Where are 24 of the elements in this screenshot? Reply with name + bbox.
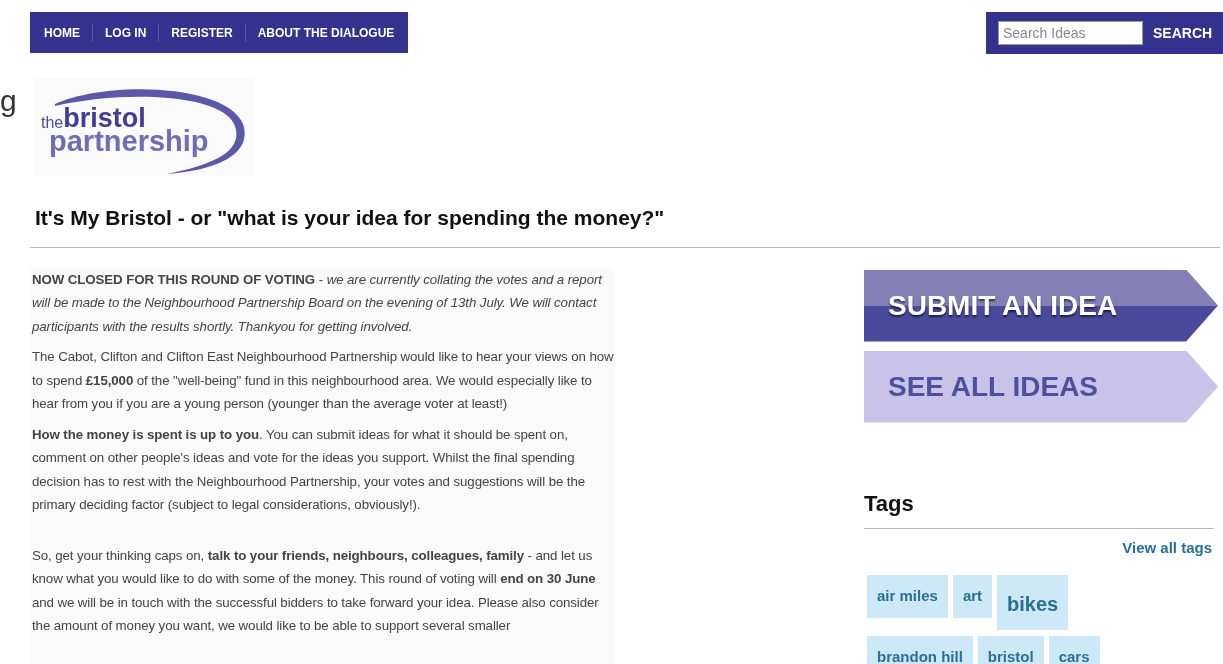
action-button[interactable]: SEE ALL IDEAS [864,350,1218,423]
logo-text: the [41,116,64,130]
nav-link[interactable]: ABOUT THE DIALOGUE [257,23,395,42]
tag[interactable]: bristol [977,636,1044,664]
edge-text: g [0,83,17,119]
nav-link[interactable]: LOG IN [105,23,147,42]
action-button[interactable]: SUBMIT AN IDEA [864,269,1218,342]
nav-link[interactable]: REGISTER [171,23,233,42]
paragraph: NOW CLOSED FOR THIS ROUND OF VOTING - we are currently collating the votes and a report will be made to the Neighbourhood Partnership Board on the evening of 13th July. We will contact participants with the results shortly. Thankyou for getting involved. [32,270,604,336]
tags-heading: Tags [864,489,915,518]
tag[interactable]: cars [1048,636,1100,664]
tag[interactable]: air miles [867,575,948,618]
tag[interactable]: art [952,575,993,618]
paragraph: The Cabot, Clifton and Clifton East Neighbourhood Partnership would like to hear your views on how to spend £15,000 of the "well-being" fund in this neighbourhood area. We would especially like to hear from you if you are a young person (younger than the average voter at least!) [32,348,614,413]
tag[interactable]: bikes [997,575,1069,630]
page-heading: It's My Bristol - or "what is your idea for spending the money?" [35,205,666,231]
paragraph: So, get your thinking caps on, talk to your friends, neighbours, colleagues, family - and let us know what you would like to do with some of the money. This round of voting will end on 30 June and we will be in touch with the successful bidders to take forward your idea. Please also consider the amount of money you want, we would like to be able to support several smaller [32,546,600,635]
search-button[interactable]: SEARCH [1153,22,1213,44]
logo-text: bristol [63,108,146,130]
search-field[interactable]: Search Ideas [998,21,1143,45]
view-all-tags-link[interactable]: View all tags [1122,536,1212,559]
nav-link[interactable]: HOME [44,23,80,42]
paragraph: How the money is spent is up to you. You can submit ideas for what it should be spent on, comment on other people's ideas and vote for the ideas you support. Whilst the final spending decision has to rest with the Neighbourhood Partnership, your votes and suggestions will be the primary deciding factor (subject to legal considerations, obviously!). [32,425,586,514]
tag[interactable]: brandon hill [867,636,973,664]
